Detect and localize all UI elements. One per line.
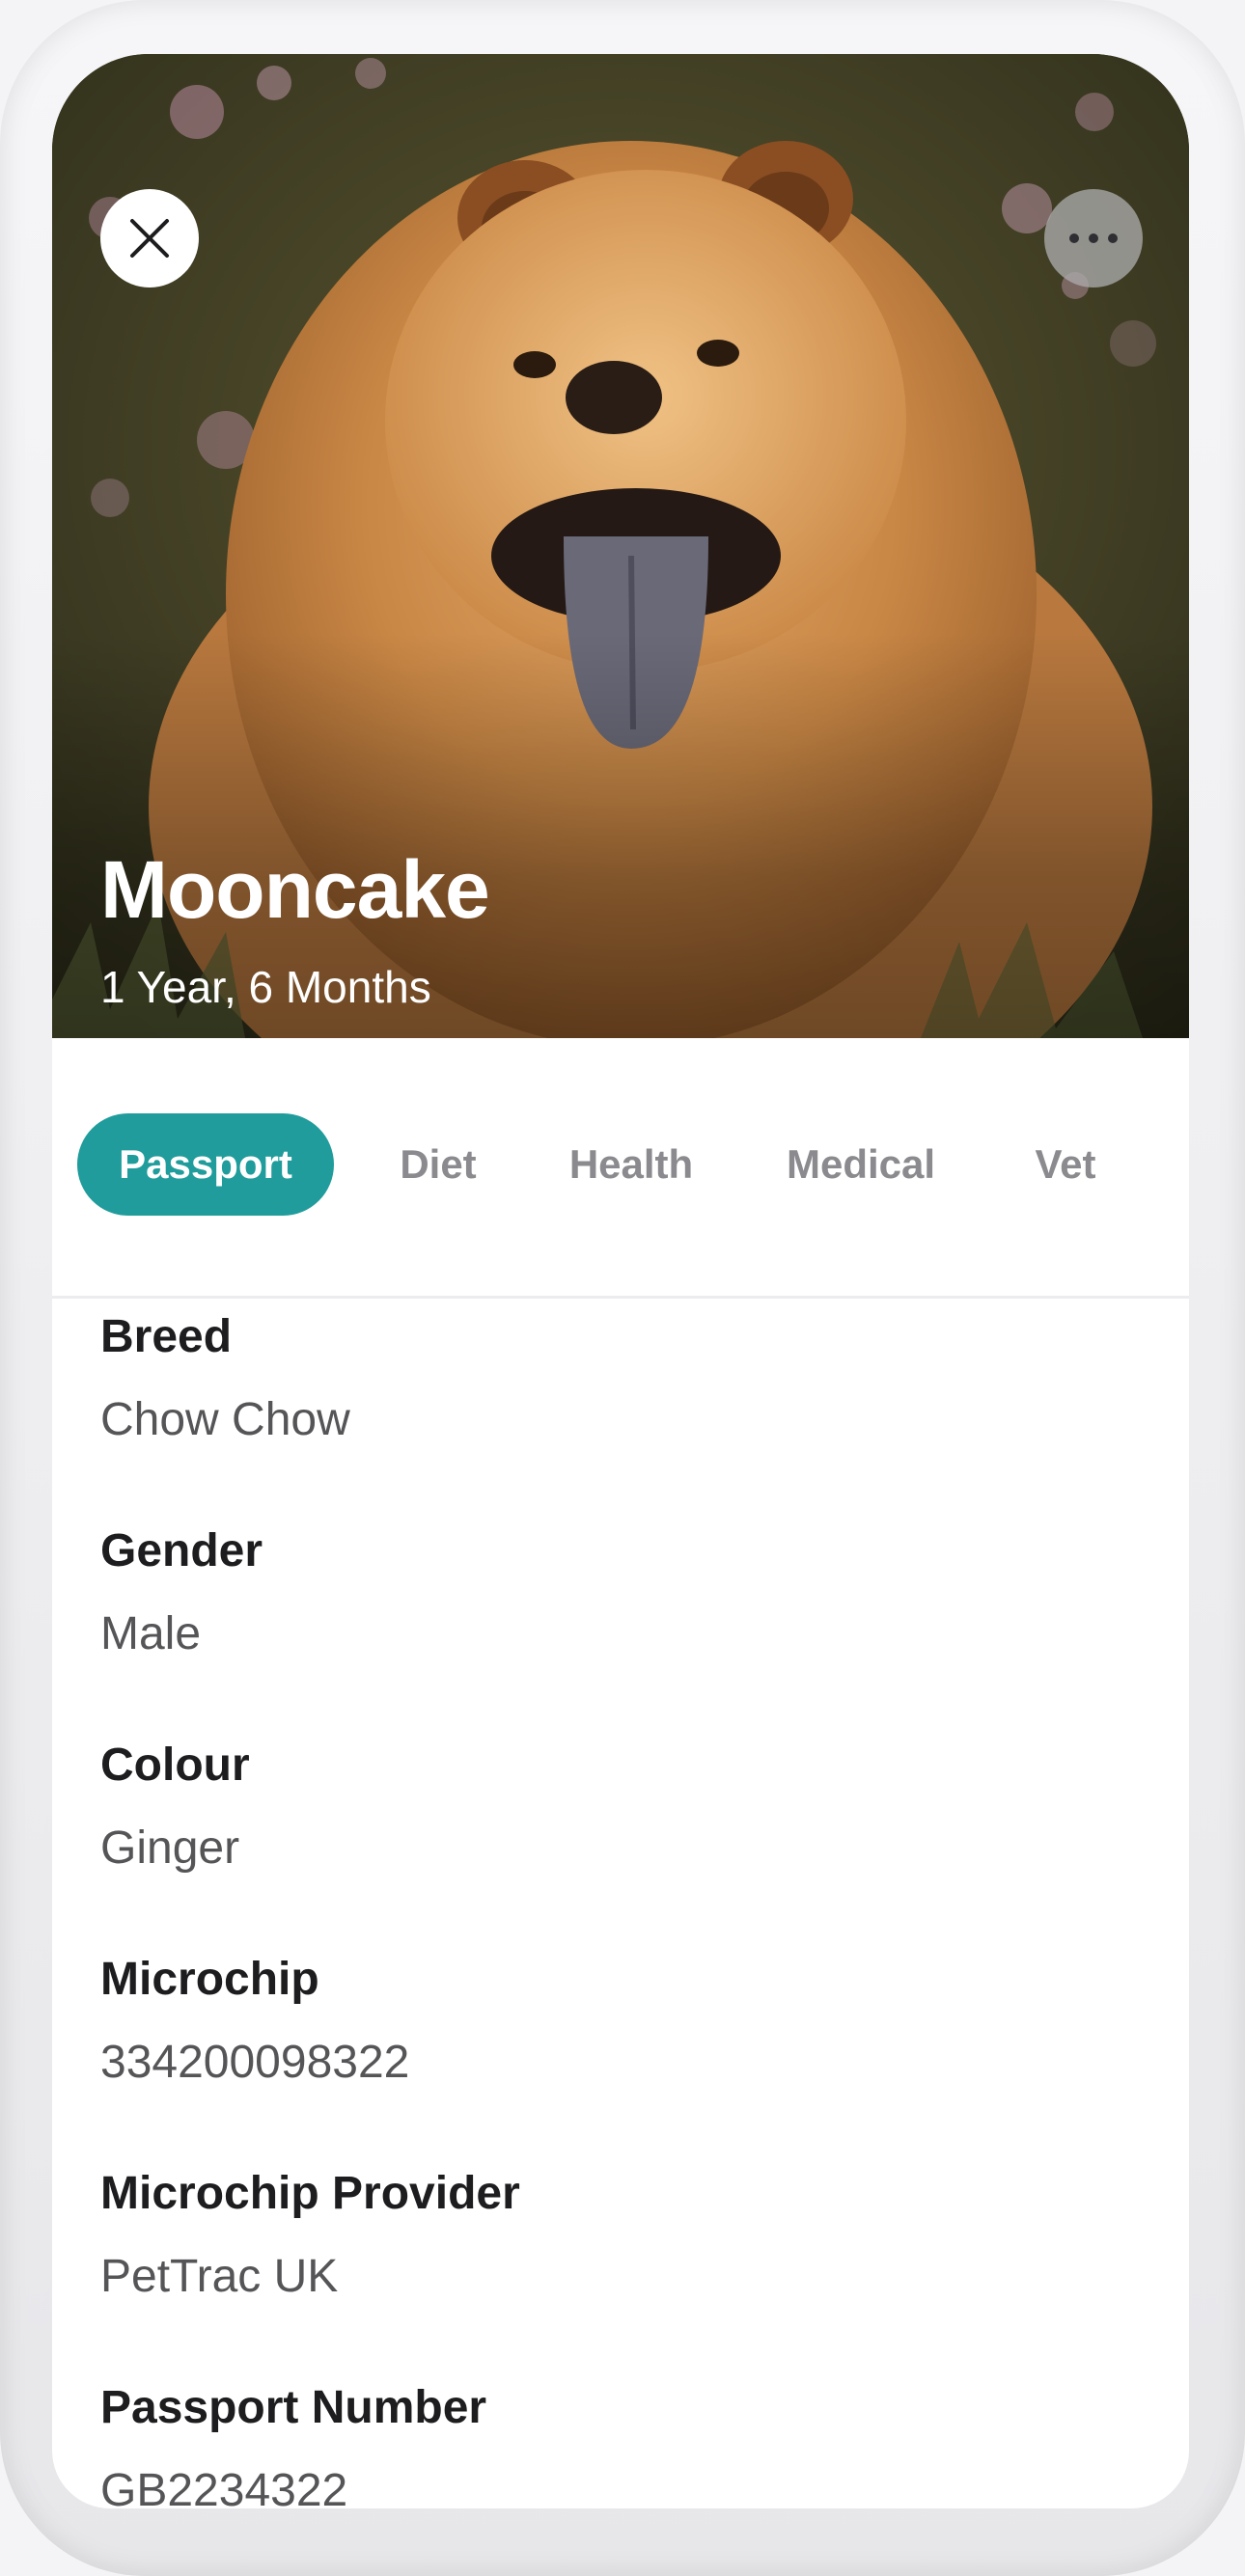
pet-hero: Mooncake 1 Year, 6 Months bbox=[52, 54, 1189, 1038]
field-value-microchip: 334200098322 bbox=[100, 2037, 410, 2088]
field-label-microchip-provider: Microchip Provider bbox=[100, 2168, 520, 2219]
more-options-button[interactable] bbox=[1044, 189, 1143, 288]
tab-vet[interactable]: Vet bbox=[1017, 1113, 1114, 1216]
device-frame: Mooncake 1 Year, 6 Months Passport Diet … bbox=[0, 0, 1245, 2576]
tab-diet[interactable]: Diet bbox=[380, 1113, 496, 1216]
field-label-passport-number: Passport Number bbox=[100, 2382, 487, 2433]
field-value-microchip-provider: PetTrac UK bbox=[100, 2251, 339, 2302]
field-label-gender: Gender bbox=[100, 1525, 263, 1576]
field-label-colour: Colour bbox=[100, 1740, 250, 1791]
close-icon bbox=[130, 219, 169, 258]
field-label-microchip: Microchip bbox=[100, 1954, 319, 2005]
field-value-colour: Ginger bbox=[100, 1822, 240, 1874]
profile-tabs: Passport Diet Health Medical Vet bbox=[52, 1038, 1189, 1299]
tab-health[interactable]: Health bbox=[554, 1113, 708, 1216]
pet-profile-screen: Mooncake 1 Year, 6 Months Passport Diet … bbox=[52, 54, 1189, 2508]
field-label-breed: Breed bbox=[100, 1311, 233, 1362]
more-horizontal-icon bbox=[1069, 233, 1118, 243]
pet-name: Mooncake bbox=[100, 844, 490, 935]
pet-age: 1 Year, 6 Months bbox=[100, 962, 431, 1012]
close-button[interactable] bbox=[100, 189, 199, 288]
tab-passport[interactable]: Passport bbox=[77, 1113, 334, 1216]
field-value-gender: Male bbox=[100, 1608, 202, 1659]
field-value-breed: Chow Chow bbox=[100, 1394, 350, 1445]
tab-medical[interactable]: Medical bbox=[764, 1113, 957, 1216]
field-value-passport-number: GB2234322 bbox=[100, 2465, 348, 2508]
